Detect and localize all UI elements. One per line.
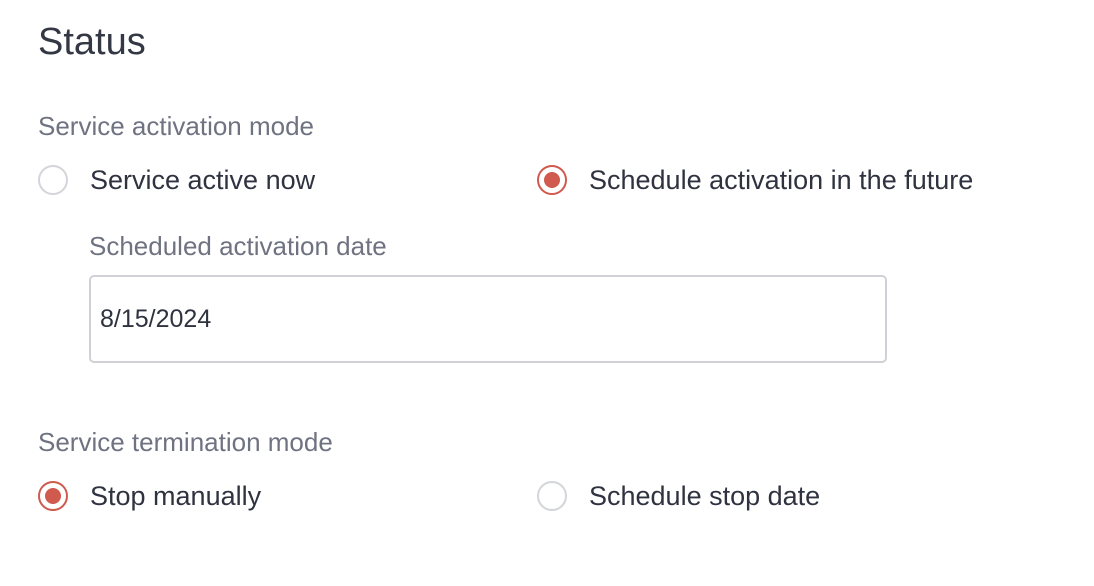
status-panel: Status Service activation mode Service a… — [0, 0, 1094, 586]
radio-schedule-stop-date[interactable]: Schedule stop date — [537, 480, 820, 512]
activation-mode-label: Service activation mode — [38, 111, 315, 141]
scheduled-activation-date-input[interactable] — [89, 275, 887, 363]
radio-label: Service active now — [90, 165, 316, 195]
radio-unchecked-icon[interactable] — [38, 165, 68, 195]
radio-schedule-activation[interactable]: Schedule activation in the future — [537, 164, 973, 196]
radio-unchecked-icon[interactable] — [537, 481, 567, 511]
scheduled-activation-date-label: Scheduled activation date — [89, 231, 387, 261]
radio-checked-icon[interactable] — [38, 481, 68, 511]
radio-stop-manually[interactable]: Stop manually — [38, 480, 261, 512]
radio-checked-icon[interactable] — [537, 165, 567, 195]
radio-dot-icon — [45, 488, 61, 504]
radio-label: Stop manually — [90, 481, 262, 511]
radio-label: Schedule stop date — [589, 481, 821, 511]
page-title: Status — [38, 21, 146, 63]
termination-mode-label: Service termination mode — [38, 427, 333, 457]
radio-label: Schedule activation in the future — [589, 165, 974, 195]
radio-service-active-now[interactable]: Service active now — [38, 164, 315, 196]
radio-dot-icon — [544, 172, 560, 188]
